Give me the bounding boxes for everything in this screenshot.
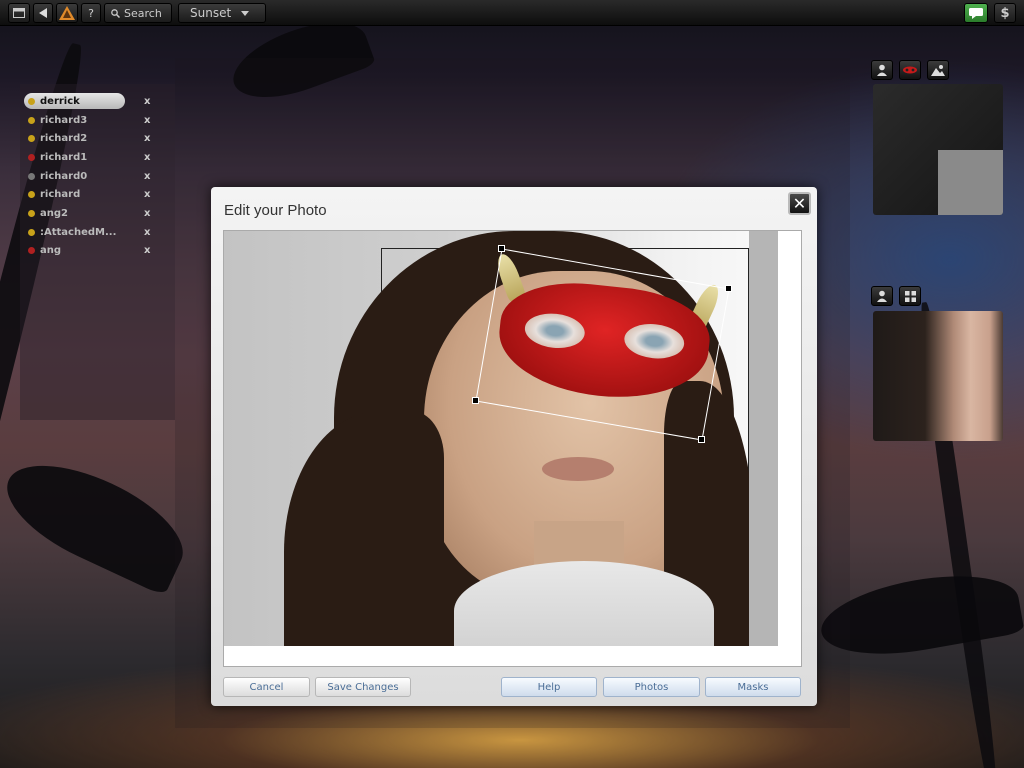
money-label: $: [1000, 5, 1010, 21]
status-dot-icon: [28, 209, 35, 217]
resize-handle[interactable]: [725, 285, 732, 292]
photo-canvas[interactable]: [223, 230, 802, 667]
save-changes-button[interactable]: Save Changes: [315, 677, 411, 697]
person-icon[interactable]: [871, 286, 893, 306]
search-label: Search: [124, 6, 162, 20]
remove-user-button[interactable]: x: [144, 171, 150, 182]
status-dot-icon: [28, 172, 35, 180]
canvas-margin: [749, 231, 778, 646]
user-name: richard0: [40, 170, 88, 182]
user-list-item[interactable]: derrick x: [24, 92, 164, 111]
user-list-item[interactable]: richard3 x: [24, 111, 164, 130]
resize-handle[interactable]: [498, 245, 505, 252]
user-list-item[interactable]: richard2 x: [24, 129, 164, 148]
remove-user-button[interactable]: x: [144, 208, 150, 219]
remove-user-button[interactable]: x: [144, 152, 150, 163]
remove-user-button[interactable]: x: [144, 189, 150, 200]
status-dot-icon: [28, 191, 35, 199]
search-icon: [111, 8, 120, 18]
dialog-title: Edit your Photo: [224, 202, 327, 219]
close-icon: ✕: [792, 194, 807, 213]
user-list-item[interactable]: :AttachedM... x: [24, 223, 164, 242]
help-label: ?: [88, 6, 94, 20]
transform-box: [475, 248, 730, 441]
close-button[interactable]: ✕: [788, 192, 811, 215]
status-dot-icon: [28, 247, 35, 255]
remove-user-button[interactable]: x: [144, 227, 150, 238]
user-list-item[interactable]: richard x: [24, 185, 164, 204]
remove-user-button[interactable]: x: [144, 115, 150, 126]
warning-triangle-icon[interactable]: [56, 3, 78, 23]
user-list-item[interactable]: richard0 x: [24, 167, 164, 186]
top-toolbar: ? Search Sunset $: [0, 0, 1024, 26]
grid-icon[interactable]: [899, 286, 921, 306]
chevron-down-icon: [241, 10, 250, 16]
status-dot-icon: [28, 135, 35, 143]
window-icon[interactable]: [8, 3, 30, 23]
status-dot-icon: [28, 116, 35, 124]
remove-user-button[interactable]: x: [144, 133, 150, 144]
resize-handle[interactable]: [698, 436, 705, 443]
cancel-button[interactable]: Cancel: [223, 677, 310, 697]
landscape-icon[interactable]: [927, 60, 949, 80]
location-label: Sunset: [190, 6, 232, 20]
edit-photo-dialog: Edit your Photo ✕ Cancel Save Changes He…: [211, 187, 817, 706]
user-name: richard1: [40, 151, 88, 163]
remove-user-button[interactable]: x: [144, 96, 150, 107]
status-dot-icon: [28, 228, 35, 236]
user-name: richard: [40, 189, 81, 201]
help-button[interactable]: ?: [81, 3, 101, 23]
photos-button[interactable]: Photos: [603, 677, 700, 697]
edited-photo[interactable]: [224, 231, 778, 646]
user-list-item[interactable]: ang x: [24, 242, 164, 261]
red-mask-icon[interactable]: [899, 60, 921, 80]
status-dot-icon: [28, 97, 35, 105]
help-dialog-button[interactable]: Help: [501, 677, 597, 697]
user-name: ang: [40, 245, 62, 257]
person-icon[interactable]: [871, 60, 893, 80]
user-list: derrick x richard3 x richard2 x richard1 x richa…: [24, 92, 164, 260]
location-dropdown[interactable]: Sunset: [178, 3, 266, 23]
status-dot-icon: [28, 153, 35, 161]
user-name: :AttachedM...: [40, 226, 117, 238]
user-list-item[interactable]: ang2 x: [24, 204, 164, 223]
user-name: derrick: [40, 95, 80, 107]
palm-frond: [0, 443, 199, 597]
photo-thumbnail[interactable]: [873, 311, 1003, 441]
resize-handle[interactable]: [472, 397, 479, 404]
thumbnail-preview-square: [938, 150, 1003, 215]
user-list-item[interactable]: richard1 x: [24, 148, 164, 167]
masks-button[interactable]: Masks: [705, 677, 801, 697]
search-button[interactable]: Search: [104, 3, 172, 23]
money-button[interactable]: $: [994, 3, 1016, 23]
chat-bubble-icon: [969, 7, 983, 19]
back-triangle-icon[interactable]: [33, 3, 53, 23]
mask-thumbnail[interactable]: [873, 84, 1003, 215]
remove-user-button[interactable]: x: [144, 245, 150, 256]
user-name: richard3: [40, 114, 88, 126]
user-name: richard2: [40, 133, 88, 145]
chat-button[interactable]: [964, 3, 988, 23]
user-name: ang2: [40, 207, 68, 219]
